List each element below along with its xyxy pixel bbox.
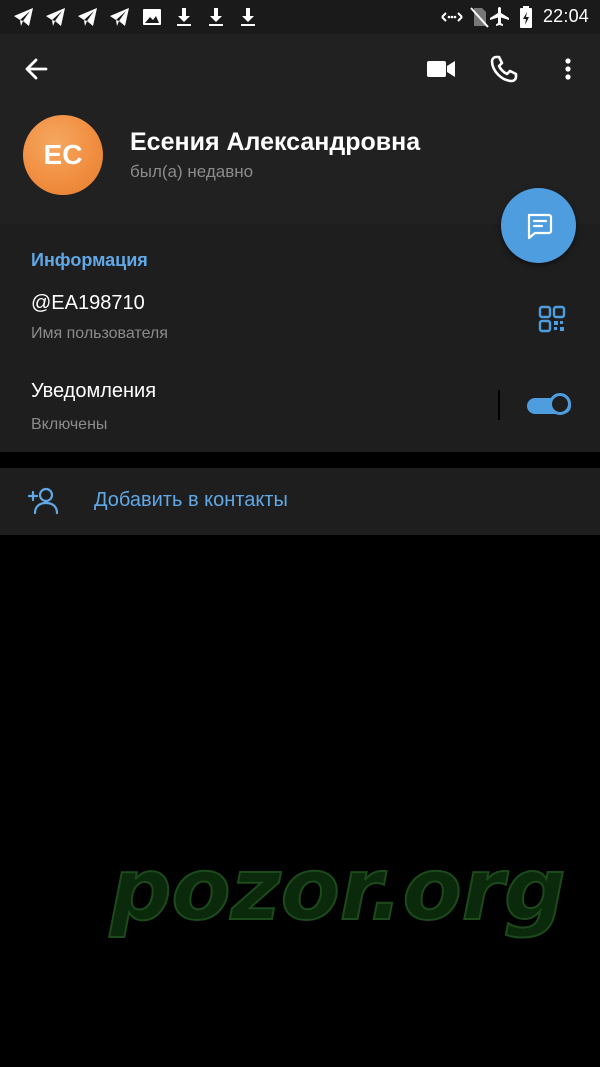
airplane-mode-icon xyxy=(490,7,509,26)
back-icon xyxy=(25,58,48,80)
status-bar: 22:04 xyxy=(0,0,600,34)
add-person-icon xyxy=(27,487,59,515)
message-icon xyxy=(527,213,552,239)
last-seen-status: был(а) недавно xyxy=(130,162,254,181)
username-caption: Имя пользователя xyxy=(31,325,168,342)
contact-name: Есения Александровна xyxy=(130,128,421,156)
notifications-state: Включены xyxy=(31,416,108,433)
more-options-button[interactable] xyxy=(548,49,588,89)
avatar[interactable]: ЕС xyxy=(23,115,103,195)
send-message-button[interactable] xyxy=(501,188,576,263)
info-section-title: Информация xyxy=(31,250,148,270)
notifications-label[interactable]: Уведомления xyxy=(31,380,156,403)
download-icon xyxy=(209,8,223,26)
watermark: pozor.org xyxy=(109,839,567,941)
download-icon xyxy=(241,8,255,26)
call-button[interactable] xyxy=(484,49,524,89)
add-contact-label[interactable]: Добавить в контакты xyxy=(94,489,288,512)
telegram-icon xyxy=(46,8,65,26)
username[interactable]: @EA198710 xyxy=(31,292,145,315)
back-button[interactable] xyxy=(16,49,56,89)
add-contact-row[interactable] xyxy=(0,468,600,535)
video-call-icon xyxy=(427,61,455,77)
more-icon xyxy=(565,58,571,80)
qr-code-icon[interactable] xyxy=(538,305,566,333)
battery-icon xyxy=(520,6,532,28)
telegram-icon xyxy=(78,8,97,26)
phone-icon xyxy=(490,55,518,83)
avatar-initials: ЕС xyxy=(43,139,83,170)
toggle-knob xyxy=(549,393,571,415)
image-icon xyxy=(143,9,161,25)
data-transfer-icon xyxy=(441,12,463,22)
telegram-icon xyxy=(14,8,33,26)
download-icon xyxy=(177,8,191,26)
notifications-toggle[interactable] xyxy=(527,393,573,419)
divider xyxy=(498,390,500,420)
telegram-icon xyxy=(110,8,129,26)
clock: 22:04 xyxy=(542,6,589,26)
video-call-button[interactable] xyxy=(421,49,461,89)
